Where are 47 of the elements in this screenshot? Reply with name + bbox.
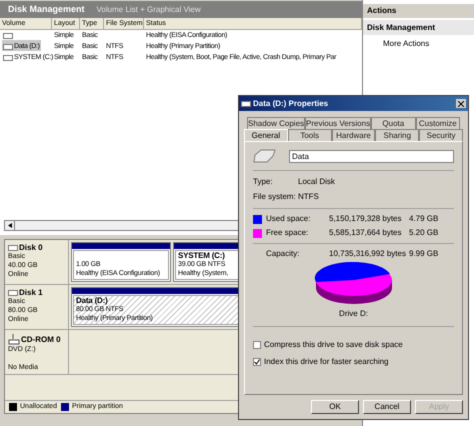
scroll-left-icon (8, 223, 12, 228)
info-label: File system: (253, 191, 297, 203)
space-label: Capacity: (265, 248, 300, 260)
volume-cell[interactable] (2, 32, 14, 40)
close-icon (458, 100, 464, 106)
disk-name: Disk 0 (19, 243, 43, 252)
dialog-tab[interactable]: Tools (288, 129, 332, 141)
partition-name: SYSTEM (C:) (178, 251, 225, 260)
dialog-tab[interactable]: Security (419, 129, 463, 141)
info-value: NTFS (298, 191, 319, 203)
view-label: Volume List + Graphical View (96, 4, 201, 16)
dialog-tab[interactable]: Customize (416, 117, 460, 129)
space-label: Free space: (266, 227, 310, 239)
space-size: 4.79 GB (409, 213, 438, 225)
dialog-tab[interactable]: Previous Versions (305, 117, 372, 129)
space-size: 9.99 GB (409, 248, 438, 260)
disk-name: CD-ROM 0 (21, 334, 61, 344)
dialog-tab[interactable]: Shadow Copies (247, 117, 306, 129)
close-button[interactable] (456, 99, 466, 108)
checkbox-label: Index this drive for faster searching (264, 356, 389, 368)
disk-name: Disk 1 (19, 288, 43, 297)
dialog-title: Data (D:) Properties (253, 98, 330, 110)
dialog-tab[interactable]: General (244, 129, 288, 141)
check-icon (254, 359, 260, 365)
checkbox[interactable] (253, 358, 261, 366)
info-label: Type: (253, 176, 274, 188)
dialog-button[interactable]: Cancel (363, 400, 411, 414)
dialog-tab[interactable]: Quota (371, 117, 416, 129)
space-size: 5.20 GB (409, 227, 438, 239)
actions-header: Actions (363, 4, 474, 18)
drive-icon (253, 149, 277, 163)
label-field[interactable]: Data (289, 150, 454, 162)
console-title: Disk Management (8, 2, 85, 16)
checkbox-label: Compress this drive to save disk space (264, 339, 403, 351)
dialog-tab[interactable]: Hardware (332, 129, 376, 141)
checkbox[interactable] (253, 341, 261, 349)
space-bytes: 5,150,179,328 bytes (329, 213, 403, 225)
partition-name: Data (D:) (76, 296, 108, 305)
dialog-button[interactable]: OK (311, 400, 359, 414)
action-link[interactable]: More Actions (363, 38, 430, 50)
dialog-tab[interactable]: Sharing (375, 129, 420, 141)
space-label: Used space: (266, 213, 312, 225)
info-value: Local Disk (298, 176, 335, 188)
space-bytes: 5,585,137,664 bytes (329, 227, 403, 239)
cd-drive-icon (8, 333, 20, 345)
space-bytes: 10,735,316,992 bytes (329, 248, 407, 260)
actions-section[interactable]: Disk Management (363, 20, 474, 35)
